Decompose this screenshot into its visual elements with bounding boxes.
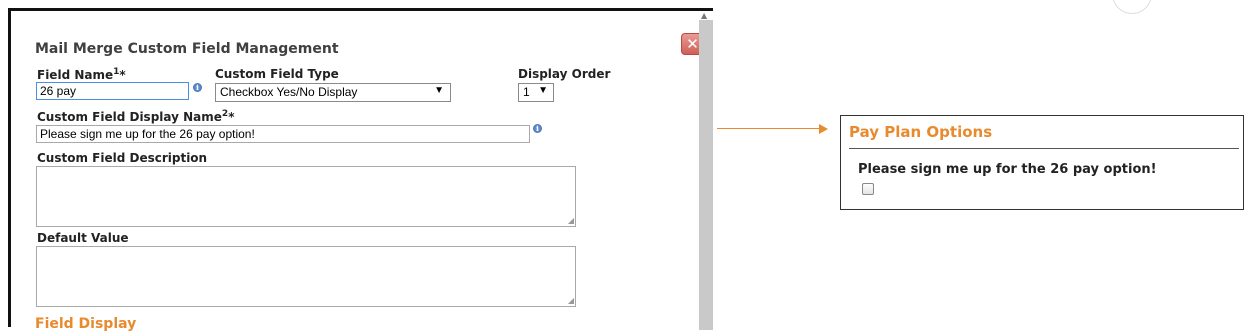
display-name-label: Custom Field Display Name2* <box>37 109 234 124</box>
info-icon[interactable]: i <box>193 83 202 92</box>
display-order-select[interactable]: 1 ▼ <box>518 83 554 102</box>
arrow-right-icon <box>819 124 828 134</box>
scrollbar[interactable] <box>699 20 713 330</box>
custom-field-dialog: Mail Merge Custom Field Management ✕ ▲ F… <box>8 8 713 332</box>
custom-field-type-value: Checkbox Yes/No Display <box>220 85 358 99</box>
info-icon[interactable]: i <box>533 124 542 133</box>
field-display-heading: Field Display <box>35 316 137 332</box>
dropdown-arrow-icon: ▼ <box>434 85 444 96</box>
preview-title: Pay Plan Options <box>849 123 993 141</box>
custom-field-type-select[interactable]: Checkbox Yes/No Display ▼ <box>215 83 451 102</box>
description-label: Custom Field Description <box>37 151 208 165</box>
required-marker: * <box>228 110 235 124</box>
field-name-input[interactable]: 26 pay <box>36 82 189 100</box>
display-order-value: 1 <box>523 85 530 99</box>
connector-arrow-line <box>717 128 823 129</box>
corner-circle-decoration <box>1112 0 1152 14</box>
resize-handle-icon[interactable]: ◢ <box>568 217 574 225</box>
scroll-up-arrow[interactable]: ▲ <box>701 11 707 20</box>
field-name-label-text: Field Name <box>37 68 114 82</box>
required-marker: * <box>119 68 126 82</box>
default-value-textarea[interactable]: ◢ <box>36 246 576 307</box>
dropdown-arrow-icon: ▼ <box>538 85 548 96</box>
close-icon: ✕ <box>686 35 699 53</box>
preview-divider <box>849 148 1239 149</box>
preview-question: Please sign me up for the 26 pay option! <box>858 162 1157 177</box>
description-textarea[interactable]: ◢ <box>36 166 576 227</box>
display-name-input[interactable]: Please sign me up for the 26 pay option! <box>36 125 530 143</box>
default-value-label: Default Value <box>37 231 129 245</box>
dialog-title: Mail Merge Custom Field Management <box>35 41 339 57</box>
resize-handle-icon[interactable]: ◢ <box>568 297 574 305</box>
preview-panel: Pay Plan Options Please sign me up for t… <box>840 115 1244 210</box>
preview-checkbox[interactable] <box>862 183 874 195</box>
field-name-label: Field Name1* <box>37 67 126 82</box>
display-order-label: Display Order <box>518 67 611 81</box>
display-name-label-text: Custom Field Display Name <box>37 110 222 124</box>
custom-field-type-label: Custom Field Type <box>215 67 339 81</box>
